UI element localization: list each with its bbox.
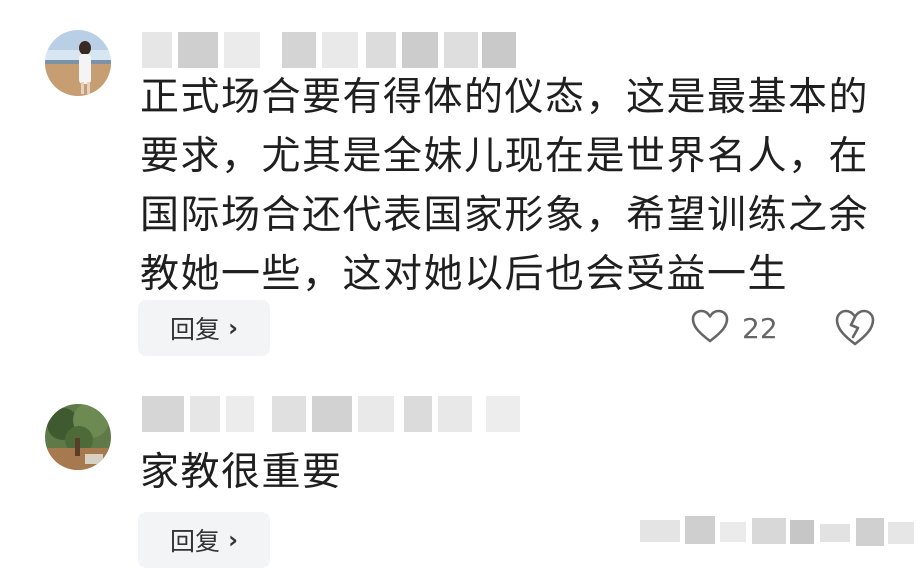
reply-label: 回复 <box>170 315 221 344</box>
reply-label: 回复 <box>170 527 221 556</box>
like-button[interactable]: 22 <box>690 305 778 351</box>
avatar[interactable] <box>45 30 111 96</box>
chevron-right-icon: › <box>228 314 238 342</box>
reply-button[interactable]: 回复 › <box>138 300 270 356</box>
comment-text: 正式场合要有得体的仪态，这是最基本的要求，尤其是全妹儿现在是世界名人，在国际场合… <box>140 75 870 297</box>
comment-text: 家教很重要 <box>140 450 343 495</box>
broken-heart-outline-icon[interactable] <box>834 308 876 348</box>
like-count: 22 <box>742 311 778 345</box>
comment-item: 正式场合要有得体的仪态，这是最基本的要求，尤其是全妹儿现在是世界名人，在国际场合… <box>0 0 922 380</box>
heart-outline-icon <box>690 308 730 348</box>
chevron-right-icon: › <box>228 526 238 554</box>
avatar[interactable] <box>45 404 111 470</box>
pixelated-overlay <box>630 508 922 556</box>
reply-button[interactable]: 回复 › <box>138 512 270 568</box>
username-redacted[interactable] <box>142 396 542 432</box>
username-redacted[interactable] <box>142 32 542 68</box>
